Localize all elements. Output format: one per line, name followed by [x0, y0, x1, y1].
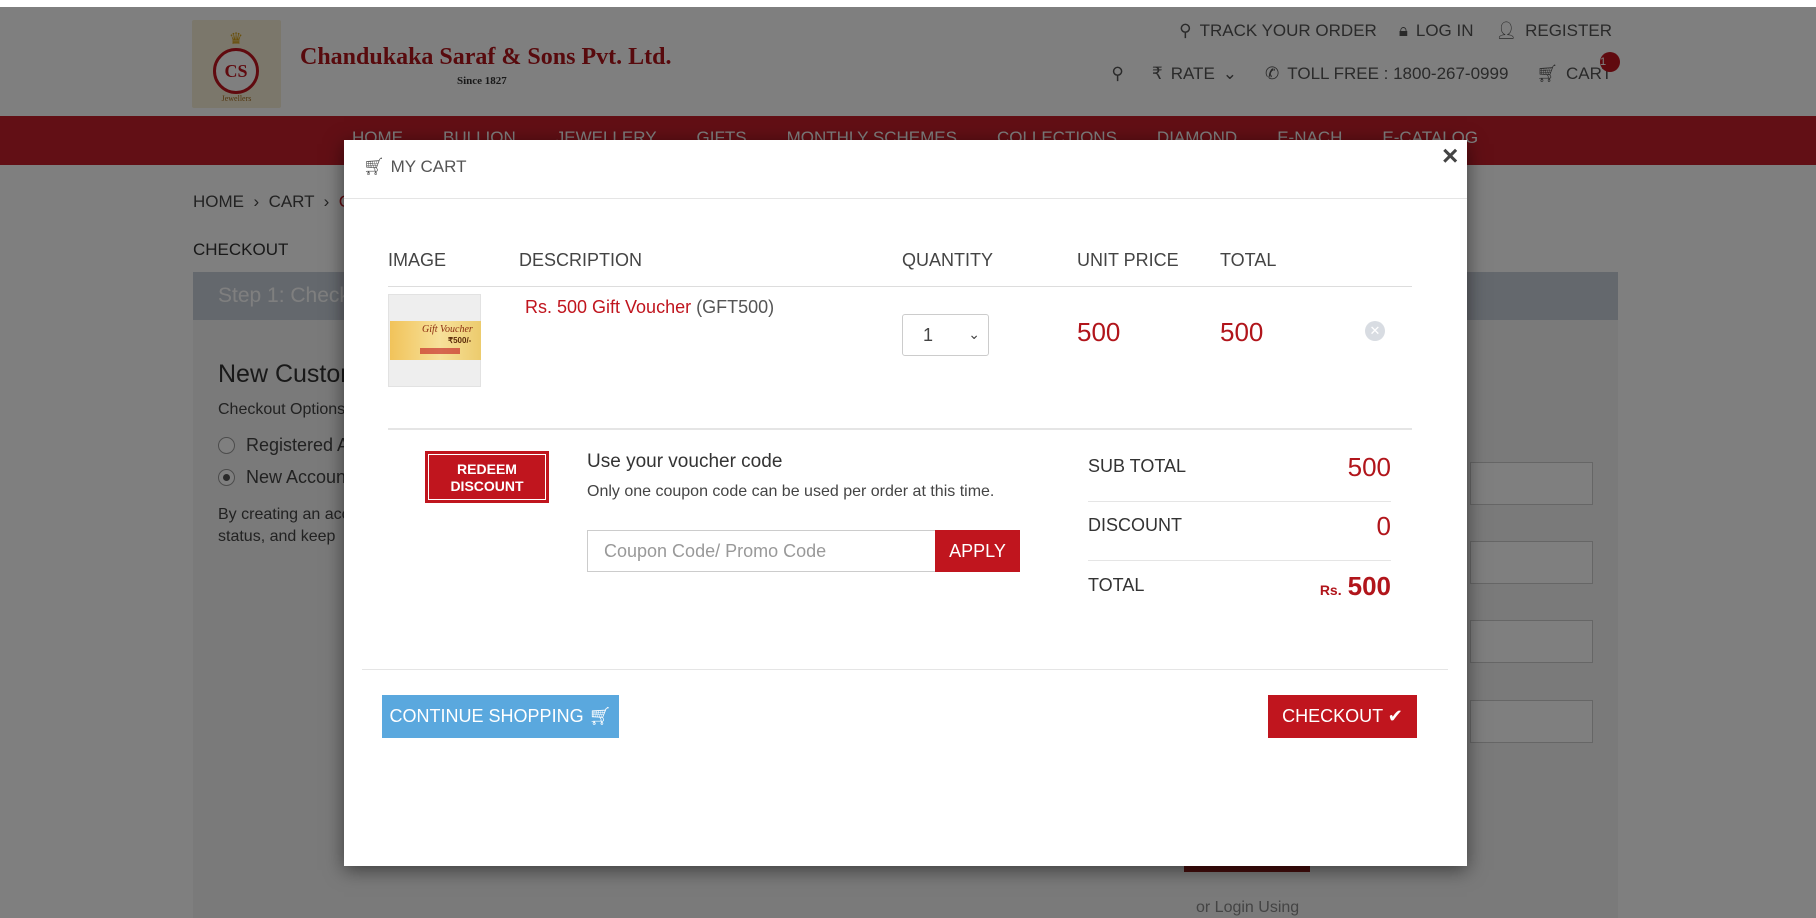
column-total: TOTAL — [1220, 250, 1277, 270]
unit-price: 500 — [1077, 317, 1121, 347]
column-quantity: QUANTITY — [902, 250, 994, 270]
currency-label: Rs. — [1319, 582, 1342, 598]
continue-shopping-button[interactable]: CONTINUE SHOPPING 🛒︎ — [382, 695, 619, 738]
close-icon[interactable]: × — [1442, 140, 1458, 172]
divider — [1088, 560, 1391, 561]
discount-value: 0 — [1376, 511, 1391, 541]
product-image[interactable]: Gift Voucher ₹500/- — [388, 294, 481, 387]
column-unit-price: UNIT PRICE — [1077, 250, 1179, 270]
page: ♛ CS Jewellers Chandukaka Saraf & Sons P… — [0, 0, 1816, 918]
voucher-heading: Use your voucher code — [587, 451, 783, 472]
total-value: Rs. 500 — [1319, 571, 1391, 601]
check-icon: ✔ — [1387, 706, 1403, 726]
subtotal-label: SUB TOTAL — [1088, 456, 1187, 476]
total-label: TOTAL — [1088, 575, 1145, 595]
cart-icon: 🛒︎ — [588, 706, 612, 726]
footer-divider — [362, 669, 1448, 670]
product-sku: (GFT500) — [696, 297, 775, 317]
coupon-input[interactable]: Coupon Code/ Promo Code — [587, 530, 936, 572]
cart-icon: 🛒︎ — [363, 157, 385, 176]
cart-modal: 🛒︎ MY CART × IMAGE DESCRIPTION QUANTITY U… — [344, 140, 1467, 866]
line-total: 500 — [1220, 317, 1264, 347]
subtotal-value: 500 — [1347, 452, 1391, 482]
column-description: DESCRIPTION — [519, 250, 643, 270]
product-description: Rs. 500 Gift Voucher (GFT500) — [525, 297, 774, 318]
discount-label: DISCOUNT — [1088, 515, 1182, 535]
remove-item-icon[interactable]: ✕ — [1365, 321, 1385, 341]
divider — [388, 428, 1412, 430]
top-strip — [0, 0, 1816, 7]
voucher-note: Only one coupon code can be used per ord… — [587, 483, 995, 500]
modal-header: 🛒︎ MY CART × — [344, 140, 1467, 199]
apply-button[interactable]: APPLY — [935, 530, 1020, 572]
chevron-down-icon: ⌄ — [968, 326, 980, 342]
header-divider — [388, 286, 1412, 287]
gift-voucher-image: Gift Voucher ₹500/- — [390, 321, 481, 360]
quantity-select[interactable]: 1 ⌄ — [902, 314, 989, 356]
divider — [1088, 501, 1391, 502]
redeem-discount-badge: REDEEM DISCOUNT — [425, 451, 549, 503]
product-link[interactable]: Rs. 500 Gift Voucher — [525, 297, 691, 317]
column-image: IMAGE — [388, 250, 447, 270]
checkout-button[interactable]: CHECKOUT ✔ — [1268, 695, 1417, 738]
modal-title: 🛒︎ MY CART — [363, 157, 467, 176]
